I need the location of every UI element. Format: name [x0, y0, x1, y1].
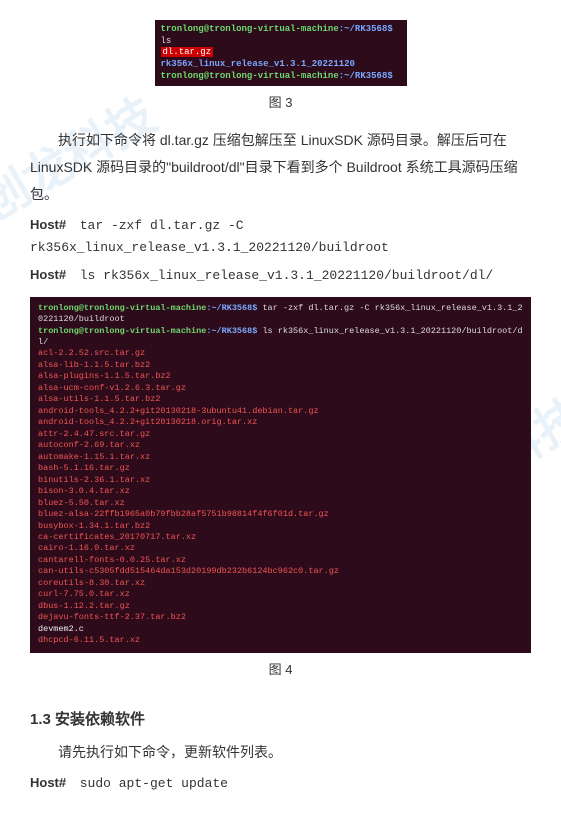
figure-4-caption: 图 4 [30, 659, 531, 678]
command-text: ls rk356x_linux_release_v1.3.1_20221120/… [80, 268, 493, 283]
command-line-3: Host# sudo apt-get update [30, 773, 531, 795]
figure-3-caption: 图 3 [30, 92, 531, 111]
paragraph-1: 执行如下命令将 dl.tar.gz 压缩包解压至 LinuxSDK 源码目录。解… [30, 127, 531, 207]
command-text: tar -zxf dl.tar.gz -C rk356x_linux_relea… [30, 218, 389, 255]
command-text: sudo apt-get update [80, 776, 228, 791]
command-line-2: Host# ls rk356x_linux_release_v1.3.1_202… [30, 265, 531, 287]
section-title-1-3: 1.3 安装依赖软件 [30, 708, 531, 729]
command-line-1: Host# tar -zxf dl.tar.gz -C rk356x_linux… [30, 215, 531, 259]
host-label: Host# [30, 775, 66, 790]
host-label: Host# [30, 267, 66, 282]
paragraph-2: 请先执行如下命令，更新软件列表。 [30, 739, 531, 766]
terminal-figure-4: tronlong@tronlong-virtual-machine:~/RK35… [30, 297, 531, 653]
terminal-figure-3: tronlong@tronlong-virtual-machine:~/RK35… [155, 20, 407, 86]
host-label: Host# [30, 217, 66, 232]
